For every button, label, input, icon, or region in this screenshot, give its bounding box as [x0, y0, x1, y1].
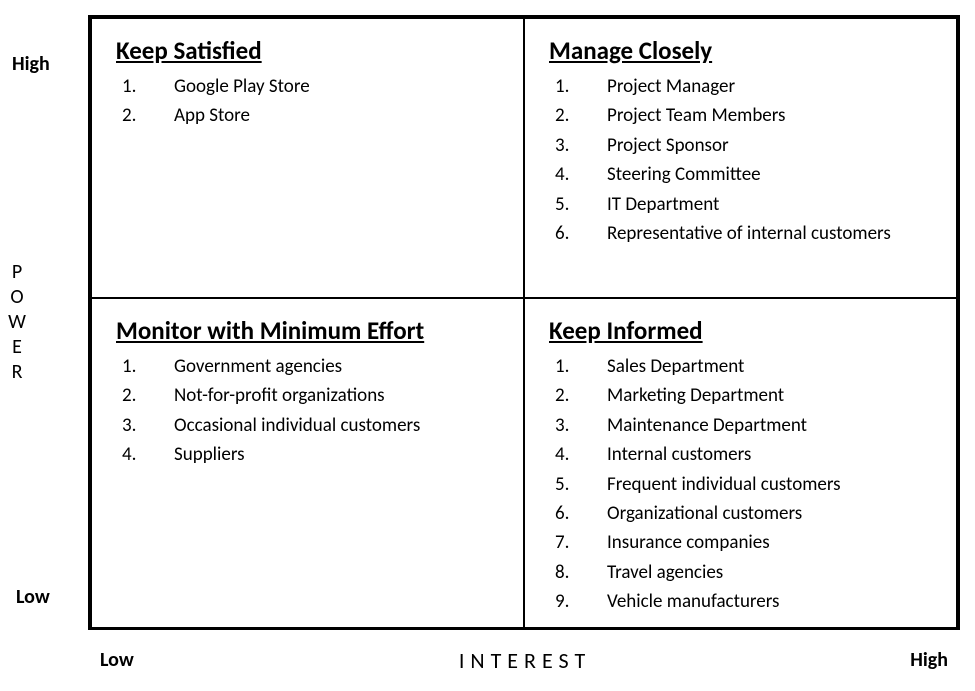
y-axis-high-label: High [12, 52, 50, 76]
list-item: Vehicle manufacturers [553, 587, 936, 616]
quadrant-list: Sales DepartmentMarketing DepartmentMain… [549, 352, 936, 617]
list-item: Occasional individual customers [120, 411, 503, 440]
list-item: Travel agencies [553, 558, 936, 587]
quadrant-manage-closely: Manage Closely Project ManagerProject Te… [524, 18, 957, 298]
matrix-grid: Keep Satisfied Google Play StoreApp Stor… [88, 15, 960, 630]
y-axis-letter: O [0, 285, 36, 310]
quadrant-title: Manage Closely [549, 37, 936, 66]
list-item: Sales Department [553, 352, 936, 381]
y-axis-letter: R [0, 360, 36, 385]
list-item: Representative of internal customers [553, 219, 936, 248]
list-item: Project Sponsor [553, 131, 936, 160]
list-item: Not-for-profit organizations [120, 381, 503, 410]
y-axis-letter: P [0, 260, 36, 285]
y-axis-letter: E [0, 335, 36, 360]
quadrant-title: Keep Informed [549, 317, 936, 346]
x-axis-title: INTEREST [453, 647, 591, 674]
quadrant-keep-informed: Keep Informed Sales DepartmentMarketing … [524, 298, 957, 628]
list-item: Google Play Store [120, 72, 503, 101]
quadrant-list: Project ManagerProject Team MembersProje… [549, 72, 936, 249]
list-item: Suppliers [120, 440, 503, 469]
x-axis-row: Low INTEREST High [88, 642, 960, 678]
quadrant-title: Monitor with Minimum Effort [116, 317, 503, 346]
y-axis-low-label: Low [16, 585, 50, 609]
list-item: App Store [120, 101, 503, 130]
list-item: Marketing Department [553, 381, 936, 410]
x-axis-high-label: High [910, 648, 948, 672]
list-item: Project Manager [553, 72, 936, 101]
y-axis-title: P O W E R [0, 260, 36, 385]
quadrant-list: Government agenciesNot-for-profit organi… [116, 352, 503, 470]
list-item: Insurance companies [553, 528, 936, 557]
list-item: IT Department [553, 190, 936, 219]
quadrant-list: Google Play StoreApp Store [116, 72, 503, 131]
quadrant-title: Keep Satisfied [116, 37, 503, 66]
y-axis-letter: W [0, 310, 36, 335]
quadrant-keep-satisfied: Keep Satisfied Google Play StoreApp Stor… [91, 18, 524, 298]
stakeholder-matrix-container: High Low P O W E R Keep Satisfied Google… [0, 10, 975, 691]
list-item: Government agencies [120, 352, 503, 381]
quadrant-monitor-minimum-effort: Monitor with Minimum Effort Government a… [91, 298, 524, 628]
x-axis-low-label: Low [100, 648, 134, 672]
list-item: Project Team Members [553, 101, 936, 130]
list-item: Maintenance Department [553, 411, 936, 440]
list-item: Organizational customers [553, 499, 936, 528]
list-item: Internal customers [553, 440, 936, 469]
list-item: Frequent individual customers [553, 470, 936, 499]
list-item: Steering Committee [553, 160, 936, 189]
